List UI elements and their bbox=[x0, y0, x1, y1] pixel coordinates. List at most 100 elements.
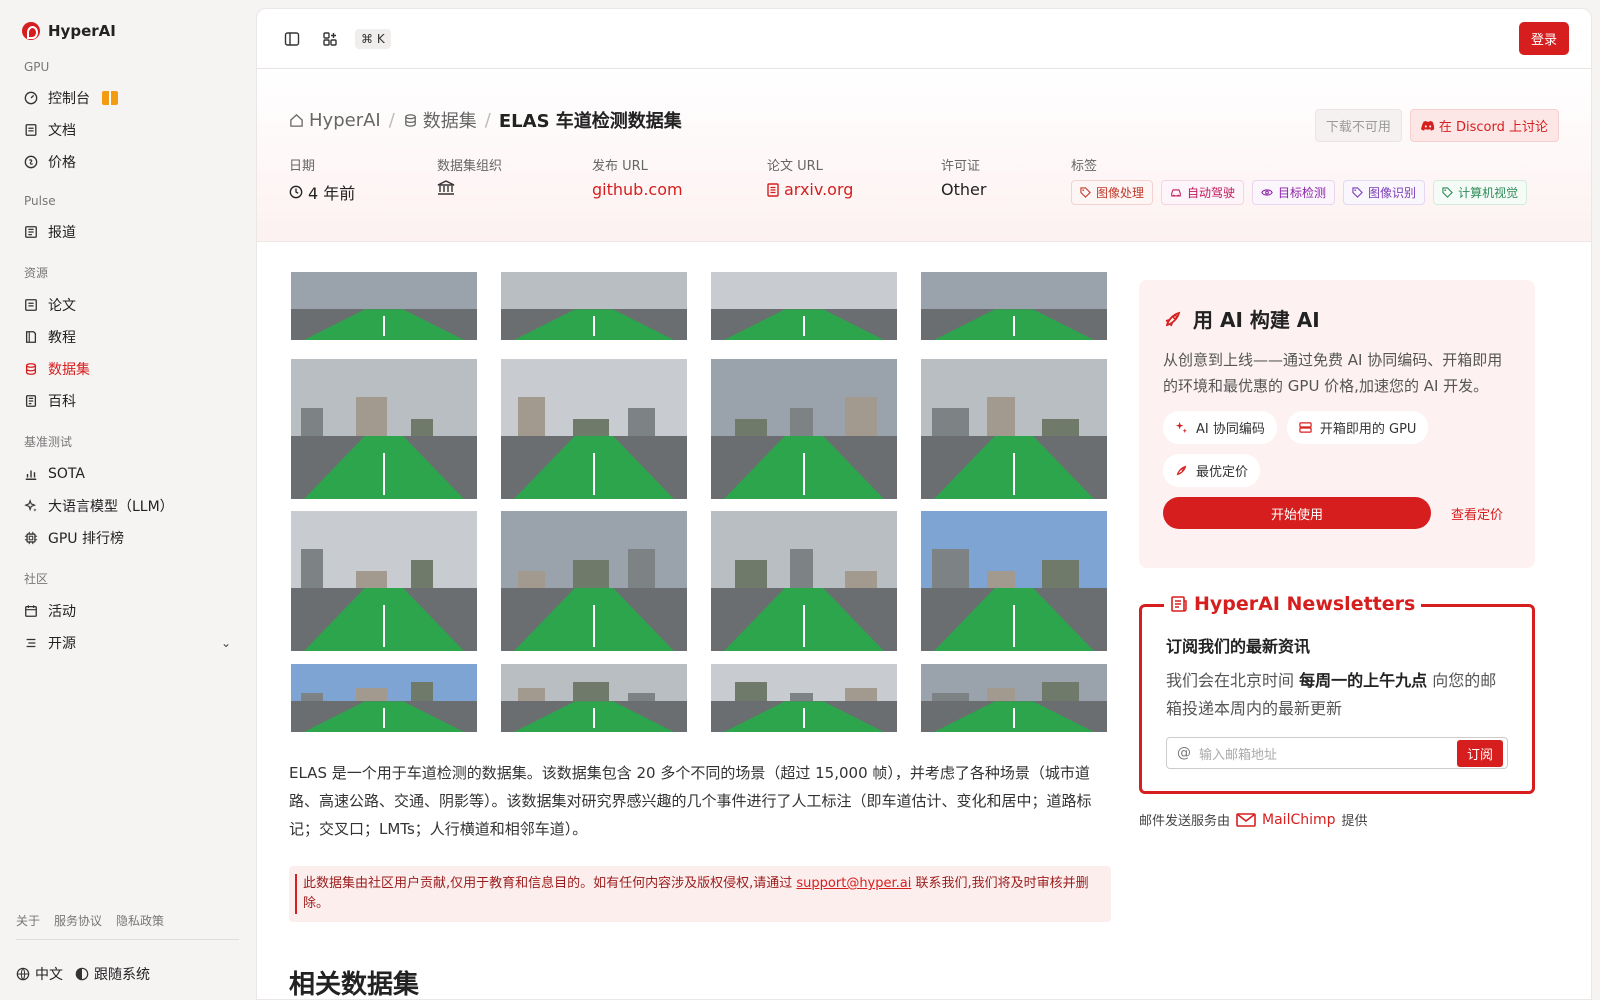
tag-icon bbox=[1442, 187, 1453, 198]
mailchimp-link[interactable]: MailChimp bbox=[1262, 812, 1336, 828]
breadcrumb-datasets[interactable]: 数据集 bbox=[403, 107, 477, 133]
database-icon bbox=[24, 362, 38, 376]
feature-label: AI 协同编码 bbox=[1196, 422, 1265, 437]
paper-url-link[interactable]: arxiv.org bbox=[767, 180, 941, 199]
newsletter-box: HyperAI Newsletters 订阅我们的最新资讯 我们会在北京时间 每… bbox=[1139, 593, 1535, 794]
server-icon bbox=[1299, 422, 1312, 433]
tag-computer-vision[interactable]: 计算机视觉 bbox=[1433, 180, 1528, 205]
search-shortcut[interactable]: ⌘ K bbox=[355, 28, 391, 49]
tag-autonomous-driving[interactable]: 自动驾驶 bbox=[1161, 180, 1245, 205]
email-field[interactable]: @ 输入邮箱地址 订阅 bbox=[1166, 737, 1508, 769]
meta-date: 日期 4 年前 bbox=[289, 155, 437, 205]
institution-icon bbox=[437, 180, 455, 195]
dataset-sample-image bbox=[501, 664, 687, 732]
chart-icon bbox=[24, 467, 38, 481]
paper-icon bbox=[767, 182, 779, 197]
paper-url-text: arxiv.org bbox=[784, 180, 854, 199]
sidebar-item-datasets[interactable]: 数据集 bbox=[16, 353, 239, 385]
car-icon bbox=[1171, 189, 1181, 197]
discord-label: 在 Discord 上讨论 bbox=[1438, 120, 1548, 135]
sidebar-item-label: 大语言模型（LLM） bbox=[48, 499, 174, 515]
hyperai-logo-icon bbox=[22, 22, 40, 40]
meta-license-label: 许可证 bbox=[941, 159, 981, 174]
language-switch[interactable]: 中文 bbox=[16, 964, 63, 984]
dataset-sample-image bbox=[501, 511, 687, 651]
sidebar-item-console[interactable]: 控制台 bbox=[16, 82, 239, 114]
sidebar-item-label: 控制台 bbox=[48, 91, 90, 107]
license-value: Other bbox=[941, 180, 987, 199]
sidebar-item-llm[interactable]: 大语言模型（LLM） bbox=[16, 490, 239, 522]
dataset-sample-image bbox=[291, 664, 477, 732]
sidebar-item-pricing[interactable]: 价格 bbox=[16, 146, 239, 178]
dataset-sample-image bbox=[291, 511, 477, 651]
dataset-sample-image bbox=[711, 272, 897, 340]
sidebar-item-papers[interactable]: 论文 bbox=[16, 289, 239, 321]
breadcrumb-separator: / bbox=[484, 109, 491, 131]
brand-name: HyperAI bbox=[48, 22, 116, 40]
news-icon bbox=[24, 225, 38, 239]
globe-icon bbox=[16, 967, 30, 981]
support-email-link[interactable]: support@hyper.ai bbox=[796, 876, 911, 891]
page-title: ELAS 车道检测数据集 bbox=[498, 111, 682, 132]
sidebar-item-wiki[interactable]: 百科 bbox=[16, 385, 239, 417]
dataset-sample-image bbox=[711, 664, 897, 732]
tag-image-recognition[interactable]: 图像识别 bbox=[1343, 180, 1426, 205]
subscribe-button[interactable]: 订阅 bbox=[1456, 739, 1503, 767]
email-placeholder: 输入邮箱地址 bbox=[1199, 747, 1278, 763]
footer-link-terms[interactable]: 服务协议 bbox=[54, 912, 102, 929]
sidebar-item-label: 数据集 bbox=[48, 362, 90, 378]
apps-icon[interactable] bbox=[317, 26, 343, 52]
promo-card: 用 AI 构建 AI 从创意到上线——通过免费 AI 协同编码、开箱即用的环境和… bbox=[1139, 280, 1535, 568]
header-actions: 下载不可用 在 Discord 上讨论 bbox=[1314, 109, 1559, 142]
brand[interactable]: HyperAI bbox=[16, 20, 239, 42]
meta-org-label: 数据集组织 bbox=[437, 159, 503, 174]
newsletter-text: 我们会在北京时间 每周一的上午九点 向您的邮箱投递本周内的最新更新 bbox=[1166, 667, 1508, 723]
meta-org: 数据集组织 bbox=[437, 155, 592, 205]
meta-paper: 论文 URL arxiv.org bbox=[767, 155, 941, 205]
eye-scan-icon bbox=[1261, 189, 1273, 196]
promo-text: 从创意到上线——通过免费 AI 协同编码、开箱即用的环境和最优惠的 GPU 价格… bbox=[1163, 351, 1503, 395]
release-url-link[interactable]: github.com bbox=[592, 180, 767, 199]
sidebar-item-label: 教程 bbox=[48, 330, 76, 346]
footer-link-about[interactable]: 关于 bbox=[16, 912, 40, 929]
cpu-icon bbox=[24, 531, 38, 545]
sidebar-item-tutorials[interactable]: 教程 bbox=[16, 321, 239, 353]
tag-icon bbox=[1352, 187, 1363, 198]
meta-tags: 标签 图像处理 自动驾驶 目标检测 图像识别 计算机视觉 bbox=[1071, 155, 1528, 205]
theme-switch[interactable]: 跟随系统 bbox=[75, 964, 150, 984]
meta-date-value: 4 年前 bbox=[289, 180, 437, 204]
tag-image-processing[interactable]: 图像处理 bbox=[1071, 180, 1154, 205]
sidebar-item-docs[interactable]: 文档 bbox=[16, 114, 239, 146]
view-pricing-link[interactable]: 查看定价 bbox=[1451, 504, 1503, 523]
database-icon bbox=[404, 113, 416, 127]
chevron-down-icon[interactable]: ⌄ bbox=[221, 636, 231, 650]
sidebar-item-opensource[interactable]: 开源 ⌄ bbox=[16, 627, 239, 659]
dataset-sample-image bbox=[711, 359, 897, 499]
sidebar-item-label: 论文 bbox=[48, 298, 76, 314]
feature-label: 最优定价 bbox=[1196, 465, 1249, 480]
meta-date-label: 日期 bbox=[289, 159, 316, 174]
discord-button[interactable]: 在 Discord 上讨论 bbox=[1409, 109, 1559, 142]
dataset-sample-image bbox=[921, 664, 1107, 732]
notice-text-before: 此数据集由社区用户贡献,仅用于教育和信息目的。如有任何内容涉及版权侵权,请通过 bbox=[303, 876, 797, 891]
sidebar-toggle-icon[interactable] bbox=[279, 26, 305, 52]
tag-label: 自动驾驶 bbox=[1187, 186, 1236, 200]
get-started-button[interactable]: 开始使用 bbox=[1163, 497, 1431, 529]
sidebar-item-reports[interactable]: 报道 bbox=[16, 216, 239, 248]
rocket-icon bbox=[1165, 311, 1181, 326]
feature-best-price: 最优定价 bbox=[1163, 454, 1261, 487]
tag-object-detection[interactable]: 目标检测 bbox=[1252, 180, 1336, 205]
sidebar-item-events[interactable]: 活动 bbox=[16, 595, 239, 627]
sidebar-item-gpu-leaderboard[interactable]: GPU 排行榜 bbox=[16, 522, 239, 554]
sidebar-item-label: SOTA bbox=[48, 466, 85, 482]
sidebar-item-sota[interactable]: SOTA bbox=[16, 458, 239, 490]
meta-org-value bbox=[437, 180, 592, 196]
login-button[interactable]: 登录 bbox=[1518, 22, 1569, 55]
related-datasets-heading: 相关数据集 bbox=[289, 970, 420, 1000]
footer-link-privacy[interactable]: 隐私政策 bbox=[116, 912, 164, 929]
discord-icon bbox=[1420, 120, 1435, 131]
dataset-sample-image bbox=[291, 359, 477, 499]
sidebar-item-label: 百科 bbox=[48, 394, 76, 410]
breadcrumb-home[interactable]: HyperAI bbox=[289, 110, 381, 131]
download-button[interactable]: 下载不可用 bbox=[1314, 109, 1402, 142]
